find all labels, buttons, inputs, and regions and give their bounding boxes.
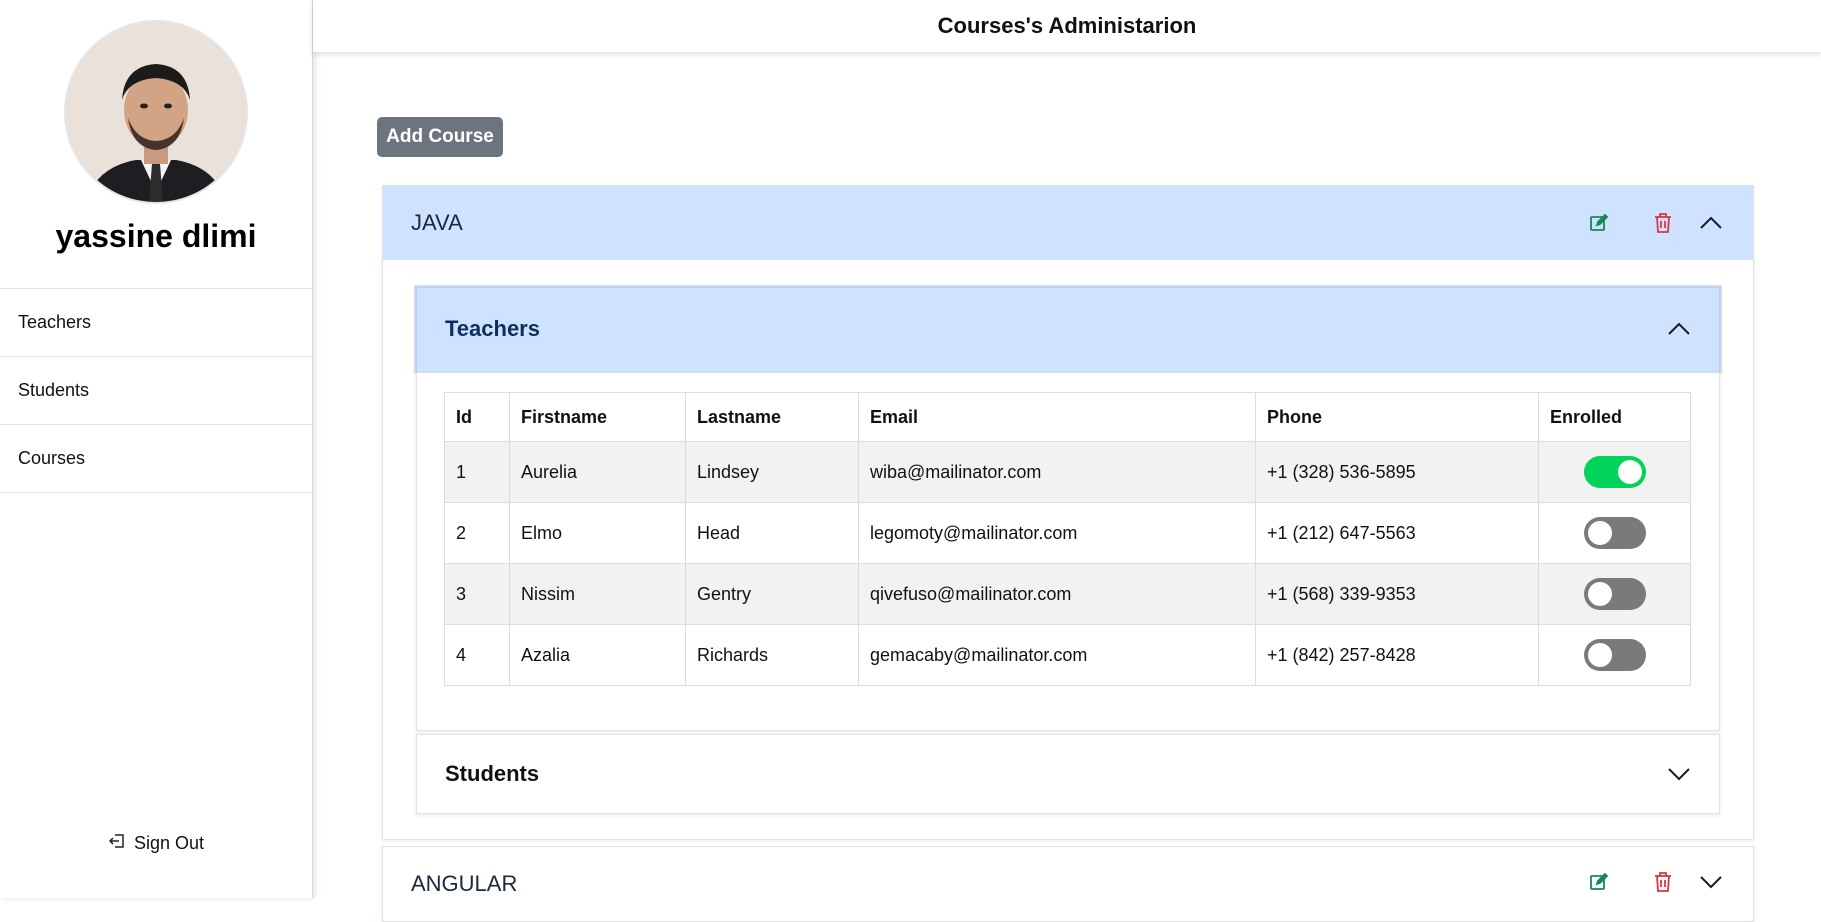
cell-email: qivefuso@mailinator.com <box>858 563 1256 625</box>
enrolled-toggle[interactable] <box>1583 639 1646 671</box>
cell-id: 1 <box>444 441 510 503</box>
column-header: Email <box>858 392 1256 442</box>
column-header: Firstname <box>509 392 686 442</box>
table-row: 2 Elmo Head legomoty@mailinator.com +1 (… <box>444 502 1691 564</box>
cell-phone: +1 (212) 647-5563 <box>1255 502 1539 564</box>
course-title: ANGULAR <box>411 871 518 896</box>
column-header: Enrolled <box>1538 392 1691 442</box>
column-header: Phone <box>1255 392 1539 442</box>
sidebar-nav: Teachers Students Courses <box>0 288 312 493</box>
username: yassine dlimi <box>55 218 257 254</box>
cell-phone: +1 (568) 339-9353 <box>1255 563 1539 625</box>
edit-icon[interactable] <box>1581 205 1617 241</box>
enrolled-toggle[interactable] <box>1583 456 1646 488</box>
column-header: Lastname <box>685 392 859 442</box>
page-title: Courses's Administarion <box>937 13 1197 38</box>
students-section-header[interactable]: Students <box>417 735 1719 813</box>
chevron-down-icon[interactable] <box>1693 871 1729 893</box>
chevron-up-icon[interactable] <box>1667 316 1691 342</box>
sidebar-item-students[interactable]: Students <box>0 357 312 425</box>
cell-enrolled <box>1538 624 1691 686</box>
cell-phone: +1 (842) 257-8428 <box>1255 624 1539 686</box>
cell-lastname: Gentry <box>685 563 859 625</box>
cell-id: 4 <box>444 624 510 686</box>
cell-firstname: Nissim <box>509 563 686 625</box>
toggle-knob <box>1587 643 1612 667</box>
chevron-up-icon[interactable] <box>1693 205 1729 241</box>
table-header-row: Id Firstname Lastname Email Phone Enroll… <box>444 392 1691 442</box>
sign-out-button[interactable]: Sign Out <box>0 832 312 855</box>
cell-firstname: Elmo <box>509 502 686 564</box>
cell-firstname: Aurelia <box>509 441 686 503</box>
course-header-angular[interactable]: ANGULAR <box>383 847 1753 921</box>
sign-out-label: Sign Out <box>133 833 205 853</box>
cell-email: wiba@mailinator.com <box>858 441 1256 503</box>
cell-enrolled <box>1538 441 1691 503</box>
students-section: Students <box>416 734 1720 814</box>
column-header: Id <box>444 392 510 442</box>
enrolled-toggle[interactable] <box>1583 517 1646 549</box>
course-panel-angular: ANGULAR <box>382 846 1754 922</box>
cell-email: gemacaby@mailinator.com <box>858 624 1256 686</box>
edit-icon[interactable] <box>1581 871 1617 893</box>
cell-id: 2 <box>444 502 510 564</box>
cell-lastname: Richards <box>685 624 859 686</box>
trash-icon[interactable] <box>1645 205 1681 241</box>
cell-lastname: Lindsey <box>685 441 859 503</box>
toggle-knob <box>1587 582 1612 606</box>
table-row: 3 Nissim Gentry qivefuso@mailinator.com … <box>444 563 1691 625</box>
toggle-knob <box>1587 521 1612 545</box>
enrolled-toggle[interactable] <box>1583 578 1646 610</box>
toggle-knob <box>1617 460 1642 484</box>
cell-enrolled <box>1538 502 1691 564</box>
avatar <box>64 20 248 204</box>
table-row: 1 Aurelia Lindsey wiba@mailinator.com +1… <box>444 441 1691 503</box>
cell-phone: +1 (328) 536-5895 <box>1255 441 1539 503</box>
add-course-button[interactable]: Add Course <box>377 117 503 157</box>
cell-lastname: Head <box>685 502 859 564</box>
cell-firstname: Azalia <box>509 624 686 686</box>
section-title: Students <box>445 761 540 786</box>
sidebar: yassine dlimi Teachers Students Courses … <box>0 0 313 898</box>
section-title: Teachers <box>445 316 540 341</box>
cell-id: 3 <box>444 563 510 625</box>
sidebar-item-teachers[interactable]: Teachers <box>0 289 312 357</box>
cell-enrolled <box>1538 563 1691 625</box>
chevron-down-icon[interactable] <box>1667 761 1691 787</box>
trash-icon[interactable] <box>1645 871 1681 893</box>
top-bar: Courses's Administarion <box>313 0 1821 52</box>
user-avatar-photo <box>66 22 246 202</box>
teachers-section-header[interactable]: Teachers <box>417 288 1719 370</box>
sign-out-icon <box>108 832 126 855</box>
cell-email: legomoty@mailinator.com <box>858 502 1256 564</box>
course-header-java[interactable]: JAVA <box>383 186 1753 260</box>
sidebar-item-courses[interactable]: Courses <box>0 425 312 493</box>
table-row: 4 Azalia Richards gemacaby@mailinator.co… <box>444 624 1691 686</box>
course-title: JAVA <box>411 210 463 235</box>
teachers-table: Id Firstname Lastname Email Phone Enroll… <box>444 392 1691 686</box>
